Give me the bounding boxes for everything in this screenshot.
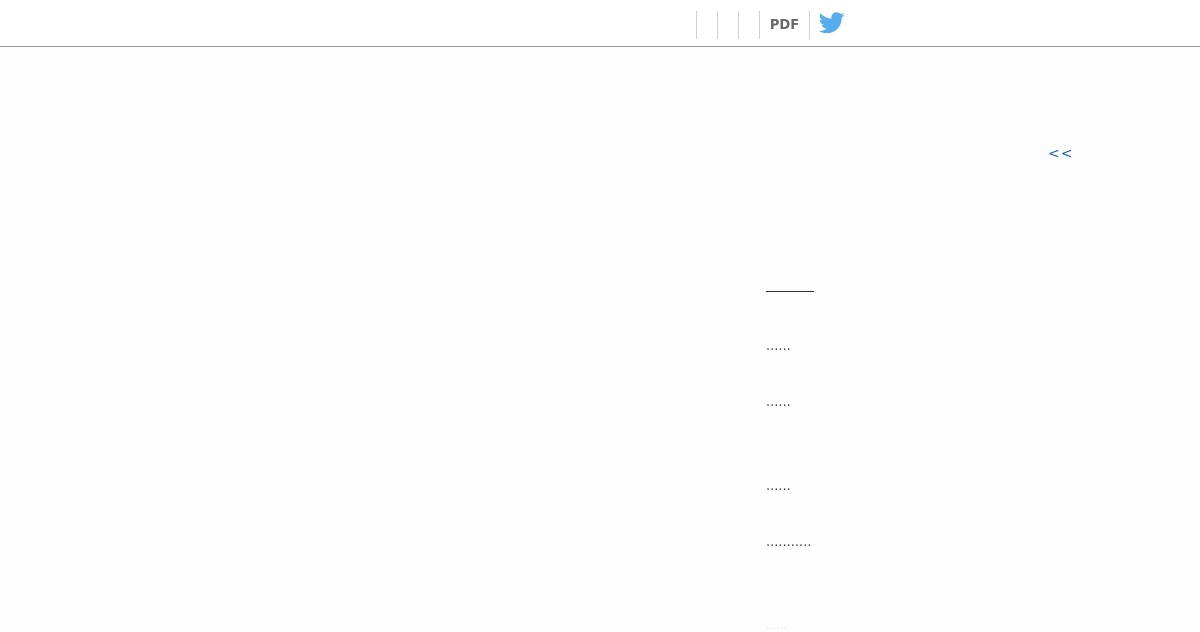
back-link[interactable]: << [1048,146,1073,162]
top-toolbar: PDF [0,0,1200,47]
pdf-button[interactable]: PDF [760,11,809,39]
dotted-line-3: ...... [766,479,791,494]
dotted-line-4: ........... [766,535,812,550]
toolbar-slot-2[interactable] [718,11,738,39]
dotted-line-2: ...... [766,395,791,410]
twitter-share-button[interactable] [810,11,854,39]
main-content: << ...... ...... ...... ........... ....… [0,47,1200,632]
share-toolbar: PDF [696,11,854,39]
toolbar-slot-1[interactable] [697,11,717,39]
twitter-bird-icon [818,12,845,38]
toolbar-slot-3[interactable] [739,11,759,39]
underline-rule [766,291,814,292]
dotted-line-1: ...... [766,339,791,354]
faint-text: ...... [766,619,787,632]
